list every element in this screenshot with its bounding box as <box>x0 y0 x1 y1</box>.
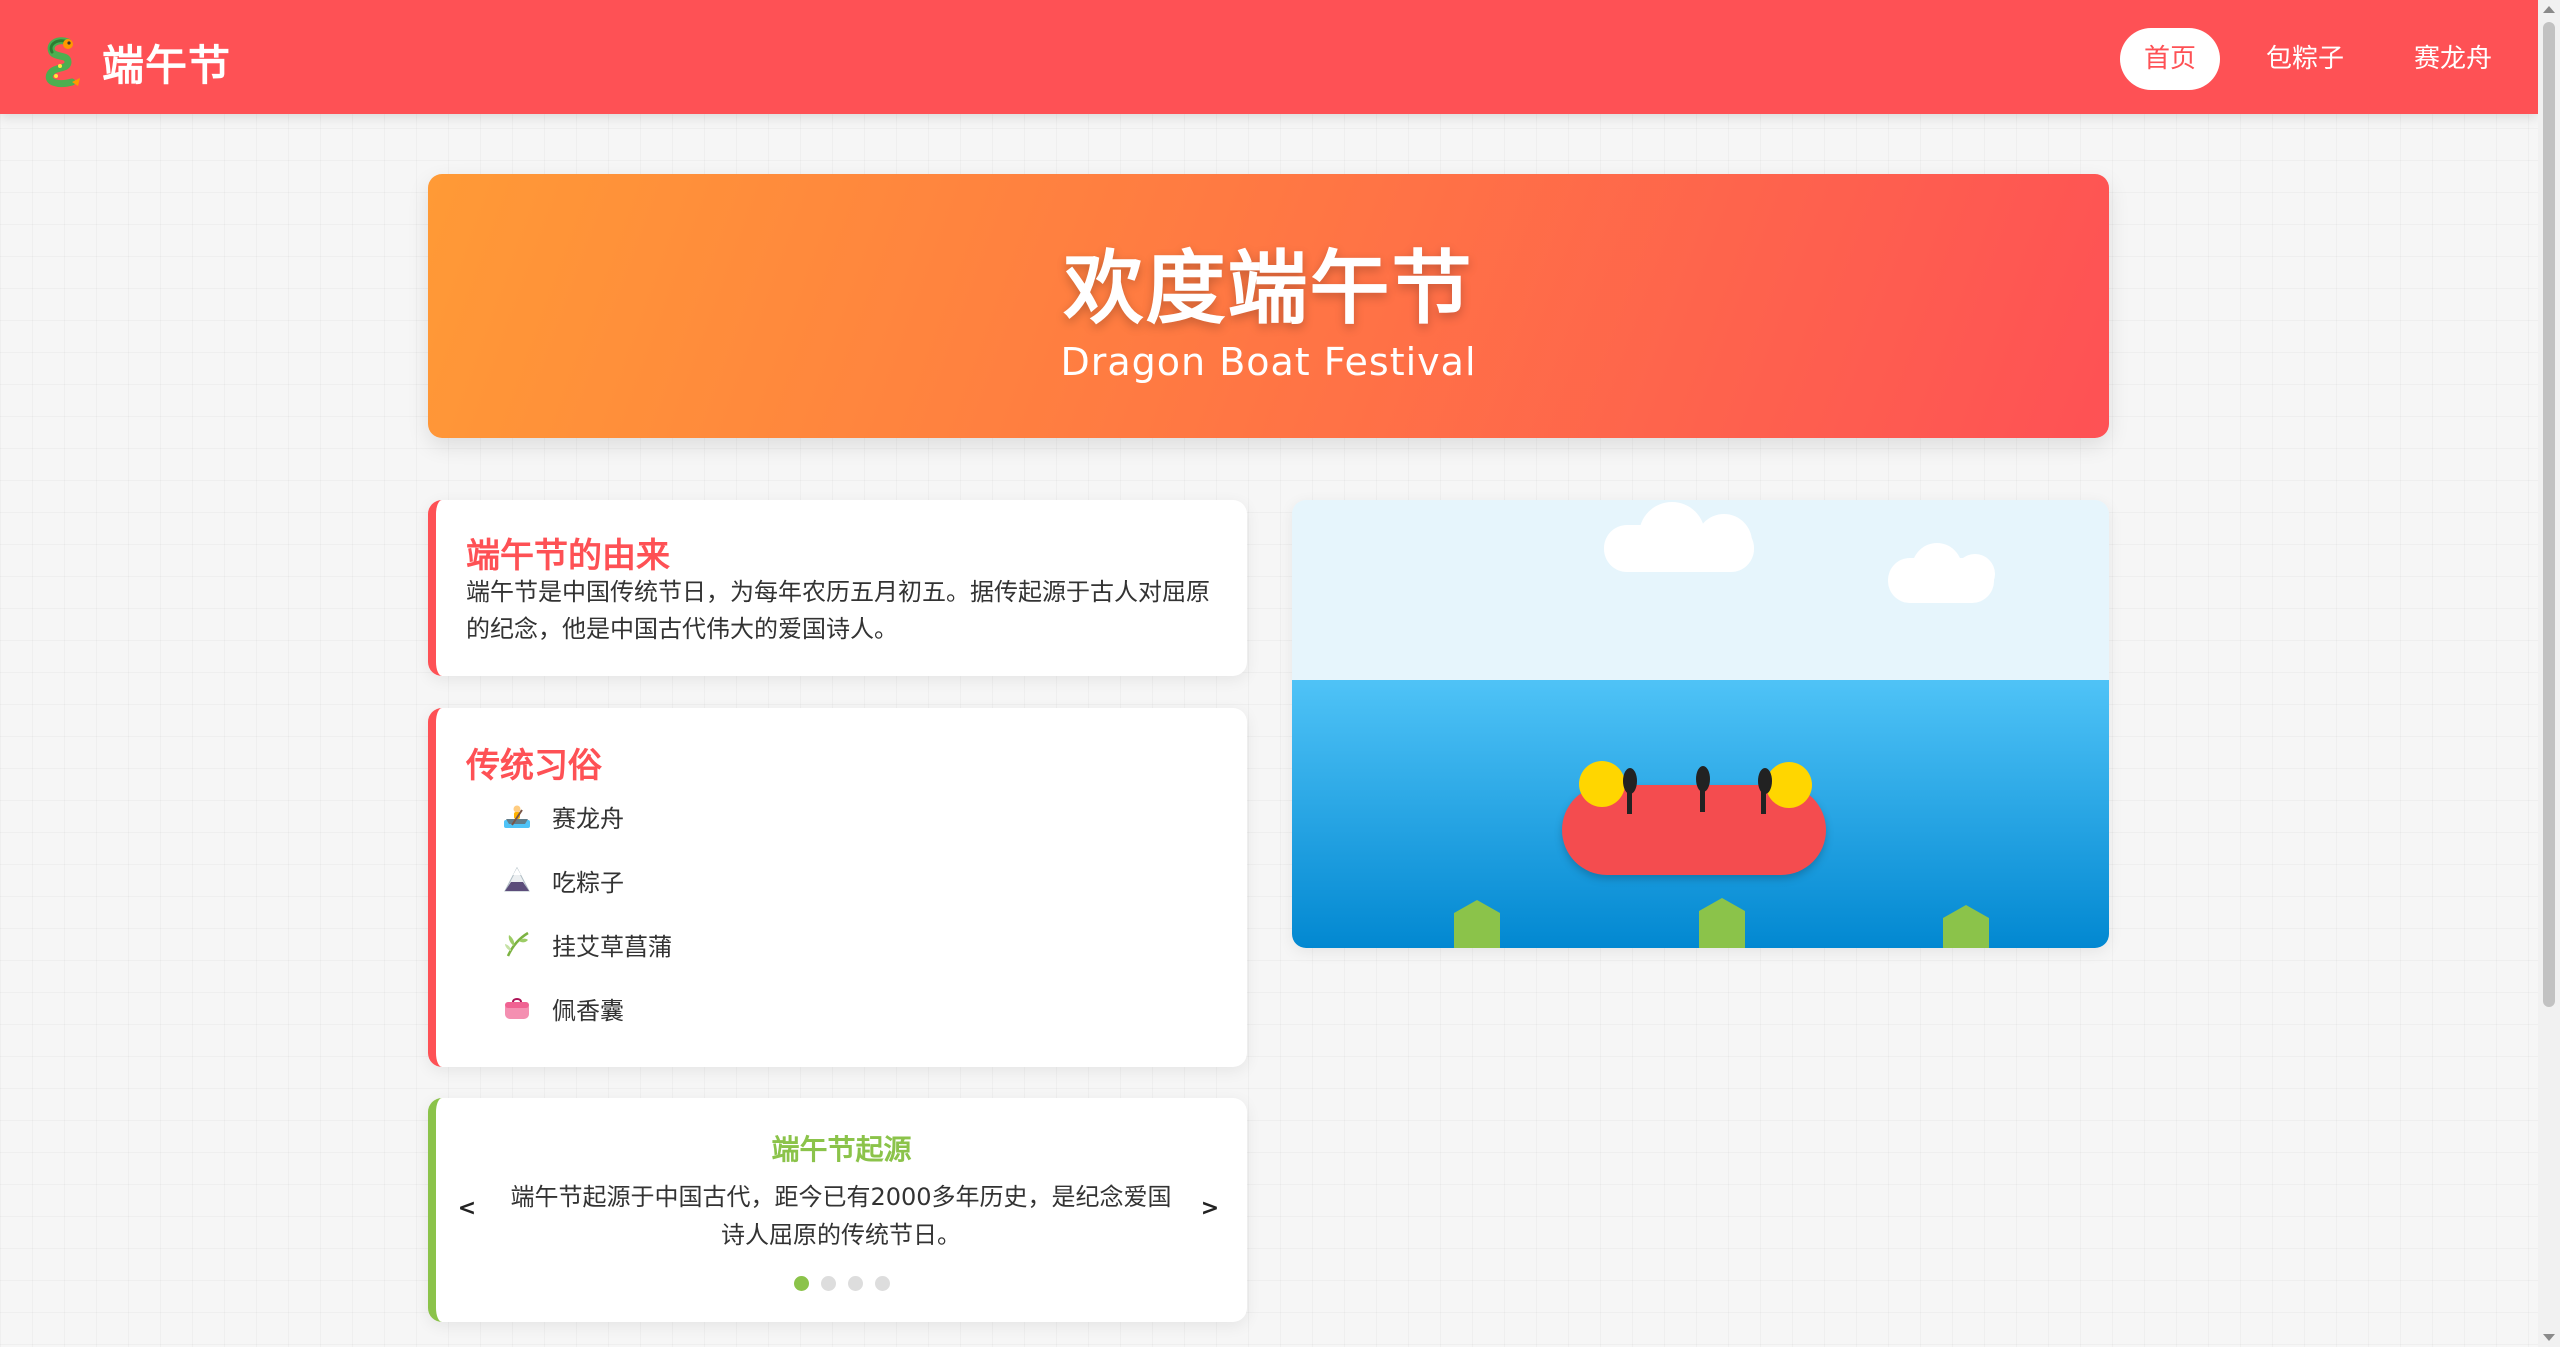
slider-dot[interactable] <box>874 1276 890 1291</box>
hero-banner: 欢度端午节 Dragon Boat Festival <box>428 174 2109 438</box>
hero-subtitle: Dragon Boat Festival <box>1060 340 1477 384</box>
list-item: 佩香囊 <box>502 976 672 1040</box>
nav-item-dragon-boat[interactable]: 赛龙舟 <box>2390 28 2516 90</box>
slider-dot[interactable] <box>820 1276 836 1291</box>
rice-dumpling-icon <box>504 866 530 892</box>
main-nav: 首页 包粽子 赛龙舟 <box>2119 28 2538 90</box>
dragon-boat-scene-illustration <box>1292 500 2109 948</box>
dragon-icon <box>45 37 80 88</box>
custom-label: 佩香囊 <box>552 996 624 1025</box>
custom-label: 赛龙舟 <box>552 804 624 833</box>
customs-card: 传统习俗 赛龙舟 吃粽子 挂艾草菖蒲 佩香囊 <box>428 708 1247 1067</box>
hero-title: 欢度端午节 <box>1063 242 1474 335</box>
brand[interactable]: 端午节 <box>38 32 231 92</box>
scrollbar-thumb[interactable] <box>2543 22 2555 1007</box>
scroll-down-arrow-icon[interactable] <box>2543 1334 2555 1341</box>
herb-icon <box>505 931 529 957</box>
scroll-up-arrow-icon[interactable] <box>2543 6 2555 13</box>
custom-label: 挂艾草菖蒲 <box>552 932 672 961</box>
slider-next-button[interactable]: > <box>1195 1196 1225 1221</box>
origin-card: 端午节的由来 端午节是中国传统节日，为每年农历五月初五。据传起源于古人对屈原的纪… <box>428 500 1247 676</box>
origin-card-text: 端午节是中国传统节日，为每年农历五月初五。据传起源于古人对屈原的纪念，他是中国古… <box>466 578 1210 643</box>
nav-item-make-zongzi[interactable]: 包粽子 <box>2242 28 2368 90</box>
top-navbar: 端午节 首页 包粽子 赛龙舟 <box>0 0 2538 114</box>
list-item: 吃粽子 <box>502 848 672 912</box>
customs-card-title: 传统习俗 <box>466 746 602 786</box>
nav-item-home[interactable]: 首页 <box>2119 28 2220 90</box>
origin-slider-card: 端午节起源 < 端午节起源于中国古代，距今已有2000多年历史，是纪念爱国诗人屈… <box>428 1098 1247 1322</box>
dragon-boat-scene <box>1292 500 2109 948</box>
sachet-icon <box>505 998 529 1019</box>
customs-list: 赛龙舟 吃粽子 挂艾草菖蒲 佩香囊 <box>502 784 672 1040</box>
rowing-boat-icon <box>504 805 530 828</box>
slider-dots <box>436 1276 1247 1291</box>
list-item: 赛龙舟 <box>502 784 672 848</box>
slider-prev-button[interactable]: < <box>452 1196 482 1221</box>
custom-label: 吃粽子 <box>552 868 624 897</box>
slide-title: 端午节起源 <box>771 1133 912 1166</box>
slider-dot[interactable] <box>847 1276 863 1291</box>
slider-dot[interactable] <box>793 1276 809 1291</box>
origin-card-title: 端午节的由来 <box>466 536 670 576</box>
list-item: 挂艾草菖蒲 <box>502 912 672 976</box>
brand-title: 端午节 <box>102 40 232 90</box>
page-scrollbar[interactable] <box>2538 0 2560 1347</box>
slide-text: 端午节起源于中国古代，距今已有2000多年历史，是纪念爱国诗人屈原的传统节日。 <box>510 1183 1172 1249</box>
